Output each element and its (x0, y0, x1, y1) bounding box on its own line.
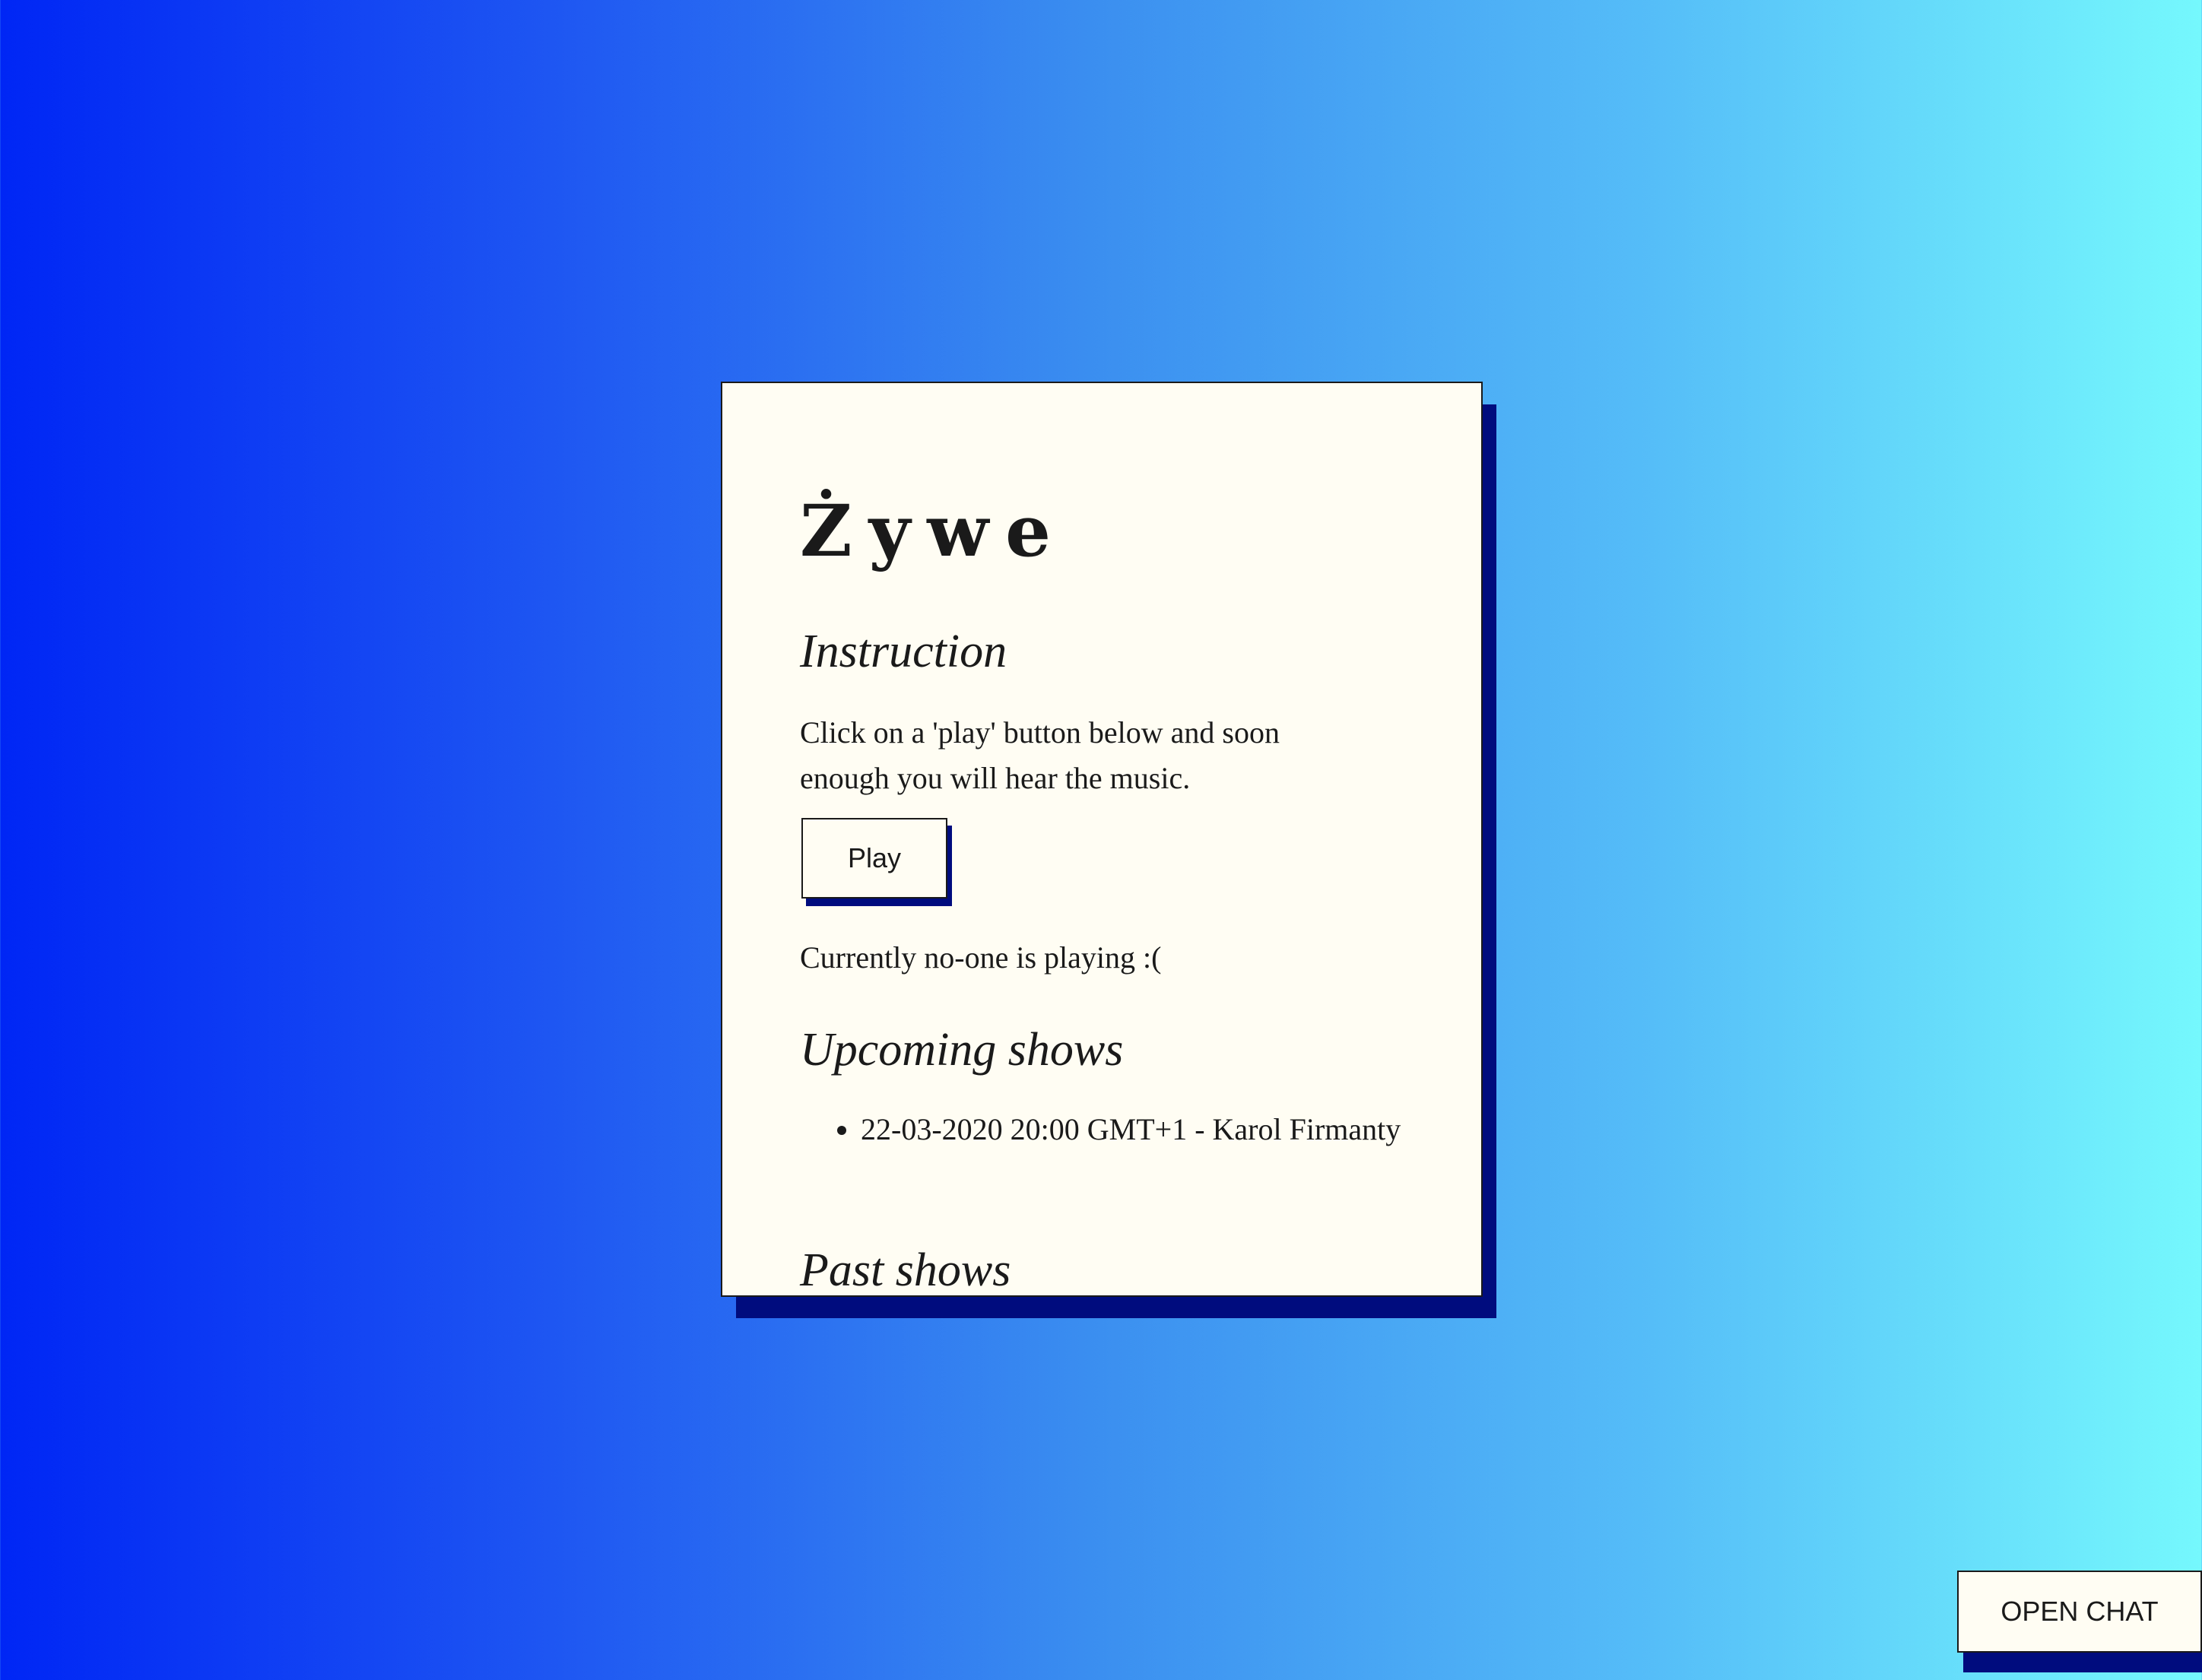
playing-status: Currently no-one is playing :( (800, 940, 1162, 975)
list-item: 22-03-2020 20:00 GMT+1 - Karol Firmanty (861, 1107, 1423, 1152)
past-shows-heading: Past shows (800, 1244, 1011, 1296)
instruction-text: Click on a 'play' button below and soon … (800, 715, 1280, 795)
main-card: Żywe Instruction Click on a 'play' butto… (721, 382, 1483, 1297)
upcoming-shows-list: 22-03-2020 20:00 GMT+1 - Karol Firmanty (800, 1107, 1423, 1152)
play-button[interactable]: Play (801, 818, 947, 899)
instruction-heading: Instruction (800, 626, 1007, 677)
upcoming-shows-heading: Upcoming shows (800, 1024, 1124, 1076)
open-chat-button[interactable]: OPEN CHAT (1957, 1571, 2202, 1653)
site-title: Żywe (800, 490, 1068, 573)
